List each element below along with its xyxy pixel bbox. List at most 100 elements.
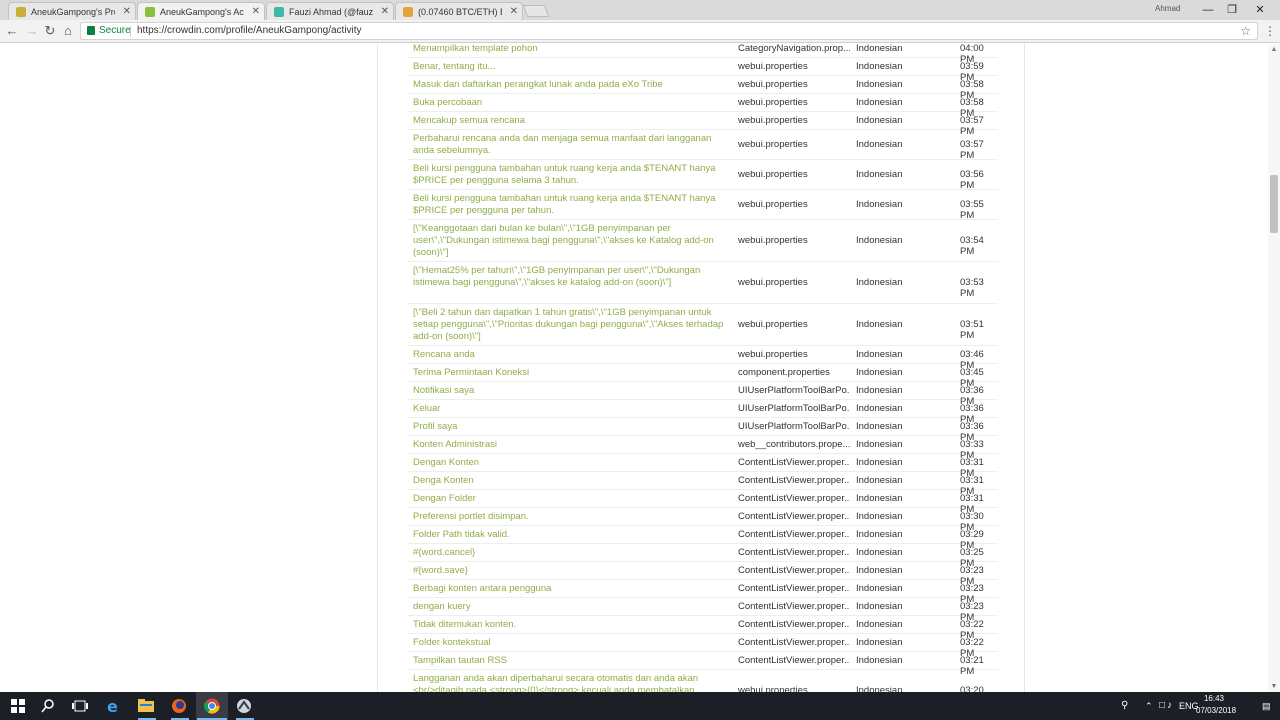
activity-string-link[interactable]: Konten Administrasi xyxy=(413,439,733,451)
activity-row: [\"Hemat25% per tahun\",\"1GB penyimpana… xyxy=(408,262,998,304)
search-icon[interactable] xyxy=(40,698,56,714)
activity-string-link[interactable]: Dengan Konten xyxy=(413,457,733,469)
activity-language: Indonesian xyxy=(856,97,903,108)
url-text[interactable]: https://crowdin.com/profile/AneukGampong… xyxy=(137,23,362,39)
activity-file: webui.properties xyxy=(738,319,808,330)
activity-string-link[interactable]: Profil saya xyxy=(413,421,733,433)
tab-close-icon[interactable]: ✕ xyxy=(510,6,518,17)
activity-string-link[interactable]: Buka percobaan xyxy=(413,97,733,109)
activity-string-link[interactable]: [\"Keanggotaan dari bulan ke bulan\",\"1… xyxy=(413,223,733,259)
scrollbar[interactable] xyxy=(1268,44,1280,692)
volume-icon[interactable]: ♪ xyxy=(1167,692,1172,720)
activity-string-link[interactable]: Dengan Folder xyxy=(413,493,733,505)
lock-icon xyxy=(87,26,95,35)
activity-language: Indonesian xyxy=(856,319,903,330)
tray-chevron-icon[interactable]: ⌃ xyxy=(1145,692,1153,720)
forward-icon[interactable]: → xyxy=(24,23,40,39)
activity-string-link[interactable]: Berbagi konten antara pengguna xyxy=(413,583,733,595)
activity-file: webui.properties xyxy=(738,169,808,180)
profile-name[interactable]: Ahmad xyxy=(1155,4,1180,13)
activity-file: ContentListViewer.proper... xyxy=(738,511,850,522)
people-icon[interactable]: ⚲ xyxy=(1121,692,1128,720)
security-label: Secure xyxy=(99,25,131,36)
activity-file: UIUserPlatformToolBarPo... xyxy=(738,385,850,396)
activity-language: Indonesian xyxy=(856,655,903,666)
app-icon[interactable] xyxy=(236,698,252,714)
activity-language: Indonesian xyxy=(856,439,903,450)
scroll-up-icon[interactable]: ▲ xyxy=(1270,46,1278,53)
activity-string-link[interactable]: Folder kontekstual xyxy=(413,637,733,649)
new-tab-button[interactable] xyxy=(522,5,550,17)
edge-icon[interactable]: e xyxy=(106,698,122,714)
browser-tab[interactable]: Fauzi Ahmad (@fauziahm ✕ xyxy=(266,2,394,20)
activity-time: 03:51 PM xyxy=(960,319,984,341)
activity-file: webui.properties xyxy=(738,235,808,246)
file-explorer-icon[interactable] xyxy=(138,699,154,713)
activity-row: Langganan anda akan diperbaharui secara … xyxy=(408,670,998,692)
activity-string-link[interactable]: #{word.save} xyxy=(413,565,733,577)
browser-tab[interactable]: AneukGampong's Profile ✕ xyxy=(8,2,136,20)
tab-close-icon[interactable]: ✕ xyxy=(252,6,260,17)
activity-string-link[interactable]: Notifikasi saya xyxy=(413,385,733,397)
activity-string-link[interactable]: Perbaharui rencana anda dan menjaga semu… xyxy=(413,133,733,157)
back-icon[interactable]: ← xyxy=(4,23,20,39)
activity-string-link[interactable]: Langganan anda akan diperbaharui secara … xyxy=(413,673,733,692)
activity-time: 03:54 PM xyxy=(960,235,984,257)
maximize-button[interactable]: ❐ xyxy=(1220,2,1244,18)
activity-language: Indonesian xyxy=(856,169,903,180)
activity-string-link[interactable]: [\"Beli 2 tahun dan dapatkan 1 tahun gra… xyxy=(413,307,733,343)
activity-string-link[interactable]: Tidak ditemukan konten. xyxy=(413,619,733,631)
activity-string-link[interactable]: Tampilkan tautan RSS xyxy=(413,655,733,667)
activity-row: Profil saya UIUserPlatformToolBarPo... Ind… xyxy=(408,418,998,443)
browser-tab[interactable]: AneukGampong's Activit ✕ xyxy=(137,2,265,20)
activity-string-link[interactable]: Mencakup semua rencana xyxy=(413,115,733,127)
browser-menu-icon[interactable]: ⋮ xyxy=(1264,24,1276,38)
minimize-button[interactable]: — xyxy=(1196,2,1220,18)
notifications-icon[interactable]: ▤ xyxy=(1262,692,1271,720)
chrome-icon[interactable] xyxy=(204,698,220,714)
windows-start-icon[interactable] xyxy=(9,697,27,715)
activity-string-link[interactable]: Beli kursi pengguna tambahan untuk ruang… xyxy=(413,163,733,187)
activity-string-link[interactable]: Terima Permintaan Koneksi xyxy=(413,367,733,379)
bookmark-star-icon[interactable]: ☆ xyxy=(1240,23,1251,39)
tab-close-icon[interactable]: ✕ xyxy=(123,6,131,17)
activity-time: 03:55 PM xyxy=(960,199,984,221)
activity-file: ContentListViewer.proper... xyxy=(738,655,850,666)
activity-string-link[interactable]: Keluar xyxy=(413,403,733,415)
scroll-down-icon[interactable]: ▼ xyxy=(1270,683,1278,690)
activity-row: [\"Beli 2 tahun dan dapatkan 1 tahun gra… xyxy=(408,304,998,346)
taskbar-clock[interactable]: 16:43 07/03/2018 xyxy=(1196,693,1236,717)
activity-string-link[interactable]: Folder Path tidak valid. xyxy=(413,529,733,541)
activity-language: Indonesian xyxy=(856,547,903,558)
activity-string-link[interactable]: Denga Konten xyxy=(413,475,733,487)
activity-time: 03:57 PM xyxy=(960,139,984,161)
activity-row: Dengan Konten ContentListViewer.proper...… xyxy=(408,454,998,479)
browser-tab[interactable]: (0.07460 BTC/ETH) ETH/B ✕ xyxy=(395,2,523,20)
activity-string-link[interactable]: [\"Hemat25% per tahun\",\"1GB penyimpana… xyxy=(413,265,733,289)
tab-close-icon[interactable]: ✕ xyxy=(381,6,389,17)
activity-string-link[interactable]: Preferensi portlet disimpan. xyxy=(413,511,733,523)
activity-string-link[interactable]: #{word.cancel} xyxy=(413,547,733,559)
home-icon[interactable]: ⌂ xyxy=(60,23,76,39)
activity-language: Indonesian xyxy=(856,385,903,396)
scrollbar-thumb[interactable] xyxy=(1270,175,1278,233)
activity-row: Masuk dan daftarkan perangkat lunak anda… xyxy=(408,76,998,101)
activity-string-link[interactable]: Menampilkan template pohon xyxy=(413,44,733,55)
task-view-icon[interactable] xyxy=(72,699,88,713)
address-bar[interactable]: Secure https://crowdin.com/profile/Aneuk… xyxy=(80,22,1258,40)
firefox-icon[interactable] xyxy=(171,698,187,714)
activity-string-link[interactable]: dengan kuery xyxy=(413,601,733,613)
activity-file: webui.properties xyxy=(738,277,808,288)
network-icon[interactable]: □ xyxy=(1159,692,1165,720)
activity-language: Indonesian xyxy=(856,421,903,432)
close-window-button[interactable]: ✕ xyxy=(1248,2,1272,18)
activity-string-link[interactable]: Benar, tentang itu... xyxy=(413,61,733,73)
activity-row: #{word.cancel} ContentListViewer.proper..… xyxy=(408,544,998,569)
activity-language: Indonesian xyxy=(856,475,903,486)
activity-language: Indonesian xyxy=(856,79,903,90)
activity-string-link[interactable]: Masuk dan daftarkan perangkat lunak anda… xyxy=(413,79,733,91)
activity-string-link[interactable]: Rencana anda xyxy=(413,349,733,361)
activity-row: Notifikasi saya UIUserPlatformToolBarPo..… xyxy=(408,382,998,407)
reload-icon[interactable]: ↻ xyxy=(42,23,58,39)
activity-string-link[interactable]: Beli kursi pengguna tambahan untuk ruang… xyxy=(413,193,733,217)
